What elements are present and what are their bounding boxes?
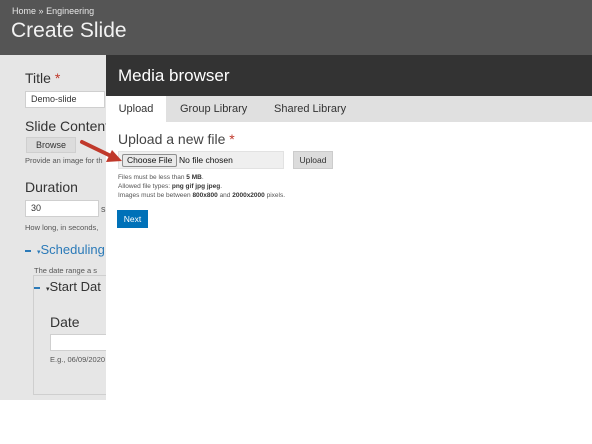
breadcrumb-home-link[interactable]: Home <box>12 6 36 16</box>
dialog-titlebar: Media browser <box>106 55 592 96</box>
date-label: Date <box>50 314 80 330</box>
breadcrumb-separator: » <box>38 6 44 16</box>
size-limit-help: Files must be less than 5 MB. <box>118 174 204 181</box>
duration-label: Duration <box>25 179 78 195</box>
dialog-title: Media browser <box>118 66 230 85</box>
dimensions-help: Images must be between 800x800 and 2000x… <box>118 192 286 199</box>
file-types-help: Allowed file types: png gif jpg jpeg. <box>118 183 223 190</box>
fieldset-collapse-mark <box>25 250 31 252</box>
tab-shared-library[interactable]: Shared Library <box>274 96 346 122</box>
start-date-legend[interactable]: ▾Start Dat <box>46 279 101 294</box>
required-marker: * <box>229 131 235 147</box>
choose-file-button[interactable]: Choose File <box>122 154 178 167</box>
date-input[interactable] <box>50 334 106 351</box>
duration-help: How long, in seconds, <box>25 223 99 232</box>
slide-content-label: Slide Content <box>25 118 106 134</box>
title-input[interactable]: Demo-slide <box>25 91 105 108</box>
media-browser-dialog: Media browser Upload Group Library Share… <box>106 55 592 400</box>
duration-input[interactable]: 30 <box>25 200 99 217</box>
tab-upload[interactable]: Upload <box>106 96 166 122</box>
duration-suffix: s <box>101 204 106 214</box>
background-form: Title * Demo-slide Slide Content Browse … <box>0 55 106 400</box>
next-button[interactable]: Next <box>117 210 148 228</box>
upload-button[interactable]: Upload <box>293 151 333 169</box>
page-header: Home » Engineering Create Slide <box>0 0 592 55</box>
scheduling-fieldset-toggle[interactable]: ▾Scheduling <box>37 242 105 257</box>
upload-heading: Upload a new file * <box>118 131 235 147</box>
screen: Home » Engineering Create Slide Title * … <box>0 0 592 444</box>
media-tabs: Upload Group Library Shared Library <box>106 96 592 122</box>
breadcrumb-engineering-link[interactable]: Engineering <box>46 6 94 16</box>
tab-group-library[interactable]: Group Library <box>180 96 247 122</box>
page-title: Create Slide <box>11 19 127 42</box>
browse-button[interactable]: Browse <box>26 137 76 153</box>
slide-content-help: Provide an image for th <box>25 156 103 165</box>
file-status-text: No file chosen <box>179 155 233 165</box>
date-help: E.g., 06/09/2020 <box>50 355 106 364</box>
title-label: Title * <box>25 70 61 86</box>
fieldset-collapse-mark <box>34 287 40 289</box>
file-input: Choose File No file chosen <box>118 151 284 169</box>
breadcrumb: Home » Engineering <box>12 6 94 16</box>
date-range-text: The date range a s <box>34 266 97 275</box>
required-marker: * <box>54 70 61 86</box>
